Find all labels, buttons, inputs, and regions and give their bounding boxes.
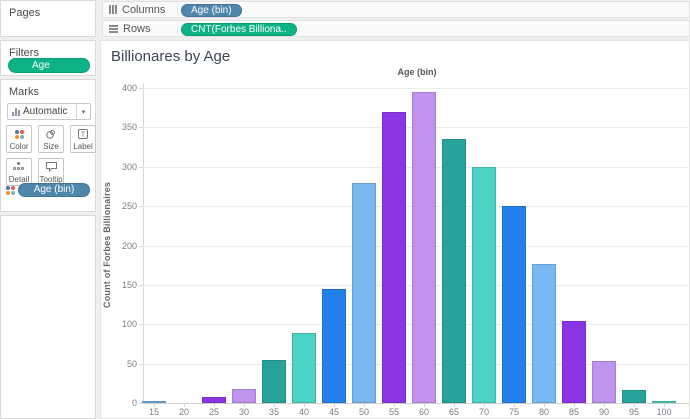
label-button-label: Label (73, 142, 93, 151)
x-tick-label-95: 95 (619, 407, 649, 417)
bar-age-90[interactable] (592, 361, 616, 403)
color-button[interactable]: Color (6, 125, 32, 153)
bar-age-25[interactable] (202, 397, 226, 403)
size-button[interactable]: Size (38, 125, 64, 153)
chevron-down-icon: ▾ (82, 108, 86, 116)
bar-age-95[interactable] (622, 390, 646, 403)
marks-panel-title: Marks (9, 86, 39, 98)
x-tick-label-75: 75 (499, 407, 529, 417)
y-tick-label-200: 200 (107, 241, 137, 251)
detail-button[interactable]: Detail (6, 158, 32, 186)
x-tick-label-45: 45 (319, 407, 349, 417)
bar-age-65[interactable] (442, 139, 466, 403)
rows-icon (109, 25, 118, 33)
columns-shelf-label: Columns (122, 4, 165, 16)
sidebar-empty-area (0, 215, 96, 419)
bar-age-40[interactable] (292, 333, 316, 403)
y-tick-mark-200 (139, 246, 143, 247)
plot-area: 0501001502002503003504001520253035404550… (101, 41, 689, 418)
bar-age-35[interactable] (262, 360, 286, 403)
x-tick-label-50: 50 (349, 407, 379, 417)
y-tick-mark-250 (139, 206, 143, 207)
bar-age-55[interactable] (382, 112, 406, 403)
columns-pill-age-bin[interactable]: Age (bin) (181, 4, 242, 17)
y-tick-label-400: 400 (107, 83, 137, 93)
mark-type-value: Automatic (20, 106, 76, 117)
label-button[interactable]: T Label (70, 125, 96, 153)
marks-pill-age-bin[interactable]: Age (bin) (18, 183, 90, 197)
x-tick-label-90: 90 (589, 407, 619, 417)
automatic-mark-icon (12, 108, 20, 116)
bar-age-75[interactable] (502, 206, 526, 403)
x-tick-label-85: 85 (559, 407, 589, 417)
y-tick-label-350: 350 (107, 122, 137, 132)
x-tick-label-30: 30 (229, 407, 259, 417)
size-icon (39, 126, 63, 142)
gridline-400 (143, 88, 689, 89)
bar-age-100[interactable] (652, 401, 676, 403)
y-tick-mark-100 (139, 324, 143, 325)
mark-type-dropdown[interactable]: Automatic ▾ (7, 103, 91, 120)
x-tick-label-80: 80 (529, 407, 559, 417)
bar-age-60[interactable] (412, 92, 436, 403)
x-tick-label-25: 25 (199, 407, 229, 417)
x-axis-line (143, 403, 689, 404)
svg-text:T: T (81, 132, 86, 139)
x-tick-label-35: 35 (259, 407, 289, 417)
rows-shelf-label: Rows (123, 23, 151, 35)
bar-age-80[interactable] (532, 264, 556, 403)
x-tick-label-100: 100 (649, 407, 679, 417)
columns-icon (109, 5, 117, 14)
y-tick-mark-0 (139, 403, 143, 404)
y-tick-mark-150 (139, 285, 143, 286)
color-button-label: Color (9, 142, 28, 151)
y-tick-label-150: 150 (107, 280, 137, 290)
bar-age-85[interactable] (562, 321, 586, 403)
x-tick-label-20: 20 (169, 407, 199, 417)
y-axis-line (143, 83, 144, 403)
y-tick-label-50: 50 (107, 359, 137, 369)
worksheet-view: Billionares by Age Age (bin) Count of Fo… (100, 40, 690, 419)
tooltip-button[interactable]: Tooltip (38, 158, 64, 186)
color-encoding-icon (6, 186, 15, 195)
bar-age-50[interactable] (352, 183, 376, 404)
y-tick-label-300: 300 (107, 162, 137, 172)
bar-age-30[interactable] (232, 389, 256, 403)
shelf-divider (177, 3, 178, 16)
x-tick-label-60: 60 (409, 407, 439, 417)
x-tick-label-70: 70 (469, 407, 499, 417)
bar-age-70[interactable] (472, 167, 496, 403)
mark-type-caret[interactable]: ▾ (76, 104, 90, 119)
x-tick-label-15: 15 (139, 407, 169, 417)
pages-panel: Pages (0, 0, 96, 37)
marks-panel: Marks Automatic ▾ Color Size T Label Det… (0, 79, 96, 212)
bar-age-45[interactable] (322, 289, 346, 403)
rows-pill-cnt-forbes[interactable]: CNT(Forbes Billiona.. (181, 23, 297, 36)
bar-age-15[interactable] (142, 401, 166, 403)
filter-pill-age[interactable]: Age (8, 58, 90, 73)
size-button-label: Size (43, 142, 59, 151)
y-tick-label-100: 100 (107, 319, 137, 329)
x-tick-label-55: 55 (379, 407, 409, 417)
tooltip-icon (39, 159, 63, 175)
shelf-divider (177, 22, 178, 35)
rows-shelf[interactable]: Rows CNT(Forbes Billiona.. (102, 20, 690, 37)
y-tick-label-250: 250 (107, 201, 137, 211)
y-tick-mark-50 (139, 364, 143, 365)
filters-panel: Filters Age (0, 40, 96, 76)
x-tick-label-40: 40 (289, 407, 319, 417)
columns-shelf[interactable]: Columns Age (bin) (102, 1, 690, 18)
y-tick-mark-300 (139, 167, 143, 168)
color-icon (7, 126, 31, 142)
y-tick-label-0: 0 (107, 398, 137, 408)
x-tick-label-65: 65 (439, 407, 469, 417)
pages-panel-title: Pages (9, 7, 40, 19)
detail-icon (7, 159, 31, 175)
y-tick-mark-400 (139, 88, 143, 89)
y-tick-mark-350 (139, 127, 143, 128)
label-icon: T (71, 126, 95, 142)
